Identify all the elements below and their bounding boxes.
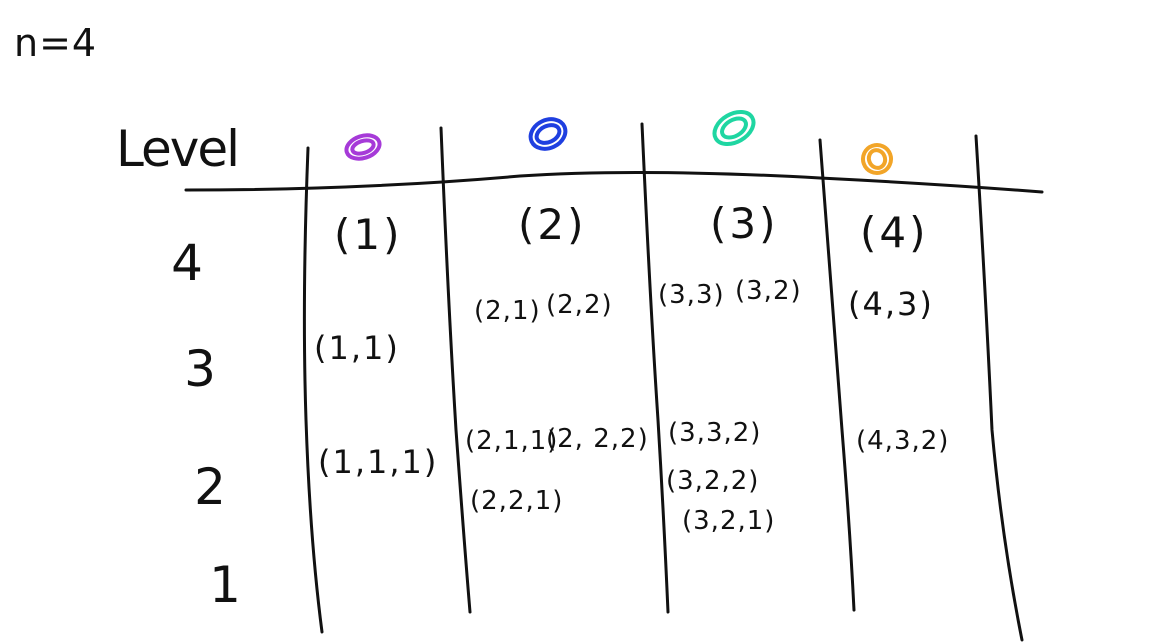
- row-label-level-3: 3: [184, 340, 216, 398]
- cell-col2-level3-a: (2,1): [474, 296, 541, 326]
- column-color-dot-4: [861, 143, 893, 175]
- table-grid-lines: [184, 109, 1044, 642]
- column-header-2: (2): [518, 200, 587, 249]
- cell-col4-level2: (4,3,2): [856, 426, 950, 456]
- level-axis-label: Level: [116, 120, 240, 178]
- column-line-4: [818, 138, 856, 612]
- column-header-3: (3): [710, 199, 779, 248]
- row-label-level-4: 4: [171, 234, 203, 292]
- cell-col4-level3: (4,3): [848, 285, 934, 323]
- cell-col1-level3: (1,1): [314, 329, 400, 367]
- cell-col3-level2-c: (3,2,1): [682, 506, 776, 536]
- column-color-dot-2: [528, 117, 568, 151]
- page-title: n=4: [14, 21, 98, 65]
- cell-col1-level2: (1,1,1): [318, 443, 439, 481]
- column-header-1: (1): [334, 210, 403, 259]
- row-label-level-1: 1: [209, 556, 241, 614]
- column-color-dot-1: [344, 133, 382, 161]
- column-line-5: [974, 134, 1024, 642]
- column-line-1: [302, 146, 324, 634]
- cell-col3-level2-b: (3,2,2): [666, 466, 760, 496]
- column-header-4: (4): [860, 208, 929, 257]
- column-line-3: [640, 122, 670, 614]
- cell-col2-level2-b: (2, 2,2): [546, 424, 649, 454]
- cell-col3-level2-a: (3,3,2): [668, 418, 762, 448]
- row-label-level-2: 2: [194, 458, 226, 516]
- column-line-2: [439, 126, 472, 614]
- column-color-dot-3: [712, 109, 756, 147]
- cell-col2-level2-a: (2,1,1): [465, 426, 559, 456]
- cell-col2-level2-c: (2,2,1): [470, 486, 564, 516]
- cell-col2-level3-b: (2,2): [546, 290, 613, 320]
- whiteboard-canvas: n=4 Level 4 3 2 1 (1) (2) (3) (4) (1,1) …: [0, 0, 1176, 642]
- cell-col3-level3-a: (3,3): [658, 280, 725, 310]
- header-divider: [184, 170, 1044, 194]
- cell-col3-level3-b: (3,2): [735, 276, 802, 306]
